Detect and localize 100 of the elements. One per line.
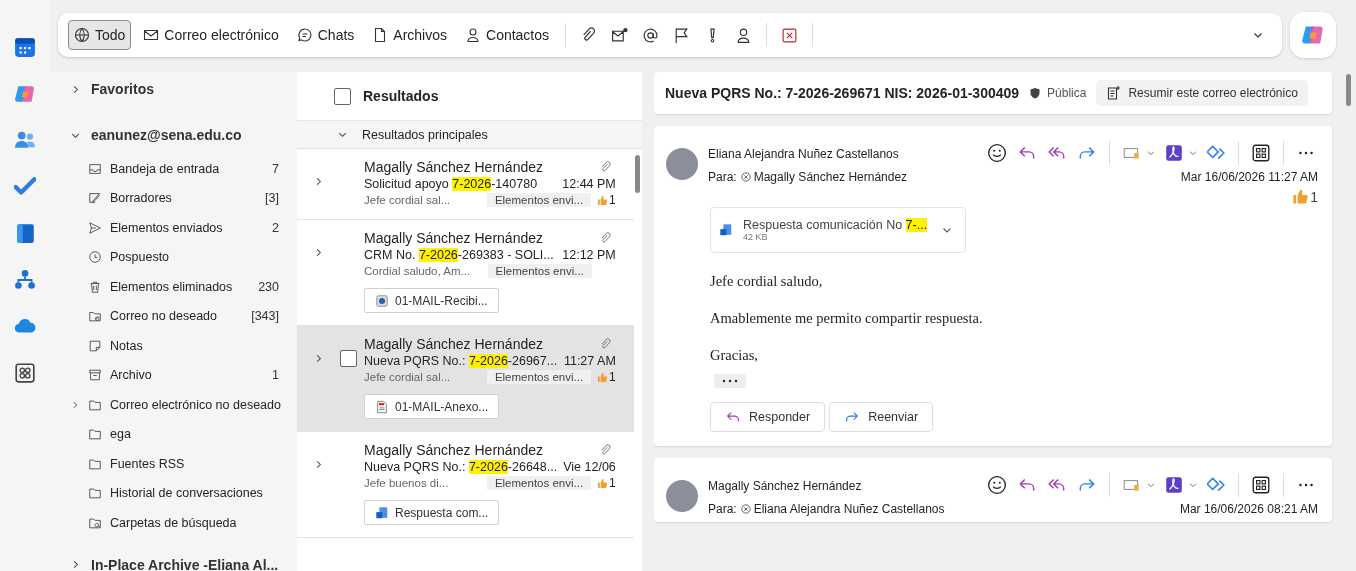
folder-item[interactable]: Pospuesto xyxy=(110,250,279,265)
search-bar[interactable]: Todo Correo electrónico Chats Archivos Contactos xyxy=(58,13,1282,57)
attachment-chip[interactable]: 01-MAIL-Recibi... xyxy=(364,288,499,313)
inbox-icon xyxy=(88,161,102,176)
checkmark-icon[interactable] xyxy=(14,175,36,198)
calendar-icon[interactable] xyxy=(14,36,36,58)
folder-item[interactable]: Borradores xyxy=(110,191,258,206)
reaction-count: 1 xyxy=(609,193,616,207)
folder-tag: Elementos envi... xyxy=(486,370,592,384)
reply-action-button[interactable]: Reenviar xyxy=(829,402,934,432)
group-header[interactable]: Resultados principales xyxy=(297,121,642,149)
folder-item[interactable]: Bandeja de entrada xyxy=(110,161,265,176)
apps-icon[interactable] xyxy=(14,361,36,384)
filter-tab[interactable]: Todo xyxy=(68,20,132,50)
pencil-icon xyxy=(88,191,102,206)
message-preview: Jefe buenos di... xyxy=(364,477,450,489)
paperclip-icon[interactable] xyxy=(580,26,598,44)
paperclip-icon xyxy=(598,443,612,457)
reaction-count: 1 xyxy=(1310,188,1318,205)
circle-x-icon xyxy=(740,172,751,182)
folder-count: 1 xyxy=(272,368,279,383)
emoji-icon[interactable] xyxy=(987,143,1007,163)
thumbs-up-icon xyxy=(597,477,609,489)
select-all-checkbox[interactable] xyxy=(334,87,351,105)
send-icon xyxy=(88,220,102,235)
folder-item[interactable]: ega xyxy=(110,427,279,442)
folder-item[interactable]: Correo electrónico no deseado xyxy=(110,397,281,412)
emoji-icon[interactable] xyxy=(987,475,1007,495)
avatar xyxy=(666,148,698,180)
filter-tab[interactable]: Archivos xyxy=(366,20,453,50)
message-time: 12:12 PM xyxy=(562,248,616,262)
grid-icon[interactable] xyxy=(1251,143,1271,163)
folder-count: 230 xyxy=(258,279,279,294)
message-item[interactable]: Magally Sánchez Hernández CRM No. 7-2026-269383 - SOLI... 12:12 PM Cordial saludo, Am... Elementos envi... 01-MAIL-Recibi... xyxy=(297,220,634,326)
copilot-button[interactable] xyxy=(1290,12,1336,58)
at-sign-icon[interactable] xyxy=(642,26,660,44)
blocked-folder-icon xyxy=(88,309,102,324)
filter-tab[interactable]: Correo electrónico xyxy=(137,20,285,50)
folder-tag: Elementos envi... xyxy=(486,193,592,207)
show-more-icon[interactable] xyxy=(714,374,746,388)
folder-count: [343] xyxy=(251,309,279,324)
list-title: Resultados xyxy=(363,88,439,104)
message-time: 11:27 AM xyxy=(563,354,616,368)
person-icon xyxy=(465,27,481,43)
globe-file-icon xyxy=(375,293,389,308)
thumbs-up-icon xyxy=(597,371,609,383)
attachment-chip[interactable]: Respuesta com... xyxy=(364,500,500,525)
sender-name: Magally Sánchez Hernández xyxy=(364,336,544,352)
notebook-icon[interactable] xyxy=(14,222,36,244)
recipient[interactable]: Eliana Alejandra Nuñez Castellanos xyxy=(753,502,945,516)
filter-tab[interactable]: Chats xyxy=(290,20,361,50)
folder-count: 7 xyxy=(272,161,279,176)
clear-filter-icon[interactable] xyxy=(781,26,799,44)
pdf-icon[interactable] xyxy=(1164,143,1184,163)
body-paragraph: Amablemente me permito compartir respuesta. xyxy=(710,310,984,327)
archive-header[interactable]: In-Place Archive -Eliana Al... xyxy=(70,553,297,571)
folder-item[interactable]: Notas xyxy=(110,338,279,353)
unread-mail-icon[interactable] xyxy=(611,26,629,44)
folder-item[interactable]: Elementos eliminados xyxy=(110,279,251,294)
attachment-card[interactable]: Respuesta comunicación No 7-... 42 KB xyxy=(710,207,966,253)
note-icon xyxy=(88,338,102,353)
summarize-button[interactable]: Resumir este correo electrónico xyxy=(1096,80,1308,106)
scrollbar-thumb[interactable] xyxy=(1345,74,1351,106)
message-time: Vie 12/06 xyxy=(563,460,616,474)
shield-icon xyxy=(1029,87,1042,99)
attachment-chip[interactable]: 01-MAIL-Anexo... xyxy=(364,394,500,419)
folder-item[interactable]: Correo no deseado xyxy=(110,309,244,324)
favorites-header[interactable]: Favoritos xyxy=(70,78,297,100)
body-paragraph: Jefe cordial saludo, xyxy=(710,273,824,290)
grid-icon[interactable] xyxy=(1251,475,1271,495)
sender-name: Magally Sánchez Hernández xyxy=(364,442,544,458)
account-header[interactable]: eanunez@sena.edu.co xyxy=(70,124,297,146)
folder-item[interactable]: Fuentes RSS xyxy=(110,456,279,471)
paperclip-icon xyxy=(598,337,612,351)
folder-item[interactable]: Elementos enviados xyxy=(110,220,265,235)
notes-sparkle-icon xyxy=(1106,85,1123,101)
word-file-icon xyxy=(375,505,389,520)
people-icon[interactable] xyxy=(14,129,36,151)
pdf-file-icon xyxy=(375,399,389,414)
folder-item[interactable]: Historial de conversaciones xyxy=(110,486,279,501)
message-preview: Cordial saludo, Am... xyxy=(364,265,472,277)
folder-icon xyxy=(88,397,102,412)
sender-name: Magally Sánchez Hernández xyxy=(708,479,863,493)
org-chart-icon[interactable] xyxy=(14,268,36,291)
message-preview: Jefe cordial sal... xyxy=(364,194,452,206)
to-label: Para: xyxy=(708,170,737,184)
recipient[interactable]: Magally Sánchez Hernández xyxy=(753,170,908,184)
reply-action-button[interactable]: Responder xyxy=(710,402,826,432)
pdf-icon[interactable] xyxy=(1164,475,1184,495)
folder-icon xyxy=(88,456,102,471)
folder-item[interactable]: Archivo xyxy=(110,368,265,383)
scrollbar-thumb[interactable] xyxy=(635,155,641,193)
trash-icon xyxy=(88,279,102,294)
filter-tab[interactable]: Contactos xyxy=(459,20,556,50)
flag-icon[interactable] xyxy=(673,26,691,44)
message-checkbox[interactable] xyxy=(340,350,357,367)
folder-item[interactable]: Carpetas de búsqueda xyxy=(110,515,279,530)
message-subject: CRM No. 7-2026-269383 - SOLI... xyxy=(364,248,555,262)
globe-icon xyxy=(74,27,90,43)
chevron-right-icon[interactable] xyxy=(70,399,80,410)
